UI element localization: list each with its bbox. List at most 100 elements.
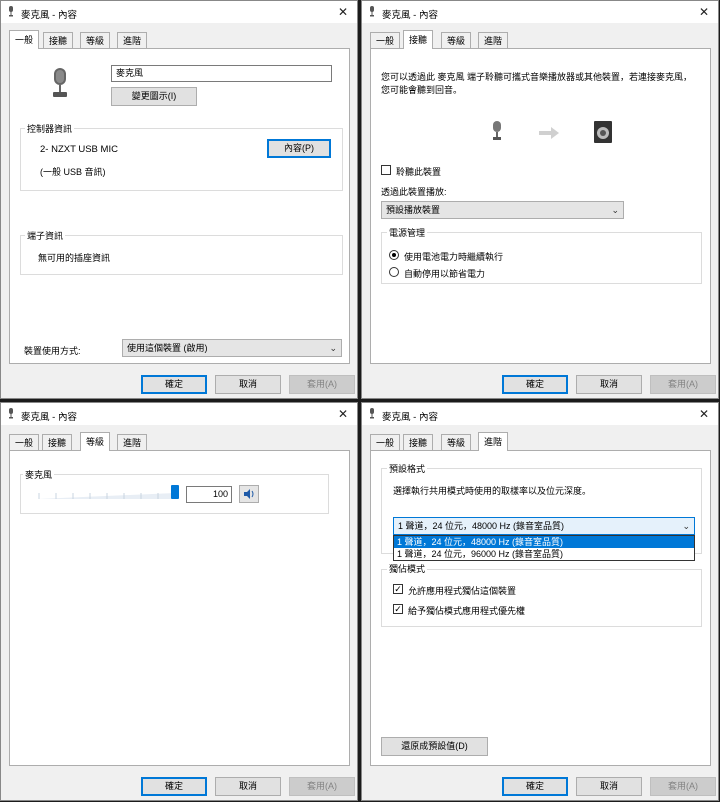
ok-button[interactable]: 確定 [502,375,568,394]
allow-exclusive-label: 允許應用程式獨佔這個裝置 [408,586,517,596]
controller-group-title: 控制器資訊 [25,122,75,135]
level-slider-track[interactable] [38,489,175,501]
format-selected-value: 1 聲道，24 位元，48000 Hz (錄音室品質) [398,521,565,531]
usage-select[interactable]: 使用這個裝置 (啟用) ⌄ [122,339,342,357]
tab-levels[interactable]: 等級 [80,432,111,451]
level-slider-thumb[interactable] [171,485,179,499]
tab-general[interactable]: 一般 [370,434,401,450]
listen-checkbox-label: 聆聽此裝置 [396,167,442,177]
cancel-button[interactable]: 取消 [576,777,642,796]
jack-group-title: 端子資訊 [25,229,66,242]
close-icon[interactable]: ✕ [696,406,712,422]
close-icon[interactable]: ✕ [335,406,351,422]
level-value-input[interactable]: 100 [186,486,232,503]
window-listen: 麥克風 - 內容 ✕ 一般 接聽 等級 進階 您可以透過此 麥克風 端子聆聽可攜… [361,0,719,399]
window-title: 麥克風 - 內容 [21,412,77,423]
close-icon[interactable]: ✕ [335,4,351,20]
cancel-button[interactable]: 取消 [215,777,281,796]
slider-ticks [38,493,175,499]
tab-advanced[interactable]: 進階 [117,32,148,48]
tab-levels[interactable]: 等級 [80,32,111,48]
tab-listen[interactable]: 接聽 [403,30,434,49]
tab-levels[interactable]: 等級 [441,32,472,48]
window-advanced: 麥克風 - 內容 ✕ 一般 接聽 等級 進階 預設格式 選擇執行共用模式時使用的… [361,402,719,801]
usage-value: 使用這個裝置 (啟用) [127,343,208,353]
window-title: 麥克風 - 內容 [21,10,77,21]
window-title: 麥克風 - 內容 [382,412,438,423]
window-levels: 麥克風 - 內容 ✕ 一般 接聽 等級 進階 麥克風 100 確定 取消 套用(… [0,402,358,801]
controller-info-group: 控制器資訊 [20,122,343,191]
speaker-volume-icon [244,489,254,499]
cancel-button[interactable]: 取消 [215,375,281,394]
close-icon[interactable]: ✕ [696,4,712,20]
ok-button[interactable]: 確定 [141,375,207,394]
microphone-icon [9,6,13,17]
playback-label: 透過此裝置播放: [381,187,447,197]
title-bar: 麥克風 - 內容 ✕ [362,1,718,23]
microphone-icon [53,68,67,97]
power-option-disable-label: 自動停用以節省電力 [404,269,486,279]
ok-button[interactable]: 確定 [141,777,207,796]
microphone-icon [370,408,374,419]
apply-button[interactable]: 套用(A) [650,777,716,796]
chevron-down-icon: ⌄ [611,205,619,215]
tab-panel: 預設格式 選擇執行共用模式時使用的取樣率以及位元深度。 1 聲道，24 位元，4… [370,450,711,766]
tab-general[interactable]: 一般 [9,434,40,450]
jack-info: 無可用的插座資訊 [38,253,111,263]
title-bar: 麥克風 - 內容 ✕ [362,403,718,425]
arrow-right-icon [539,127,559,139]
speaker-icon [594,121,612,143]
usage-label: 裝置使用方式: [24,346,81,356]
mic-level-title: 麥克風 [23,468,55,481]
format-option[interactable]: 1 聲道，24 位元，96000 Hz (錄音室品質) [394,548,694,560]
restore-defaults-button[interactable]: 還原成預設值(D) [381,737,488,756]
window-general: 麥克風 - 內容 ✕ 一般 接聽 等級 進階 麥克風 變更圖示(I) 控制器資訊… [0,0,358,399]
tab-listen[interactable]: 接聽 [42,434,73,450]
playback-value: 預設播放裝置 [386,205,441,215]
controller-name: 2- NZXT USB MIC [40,144,118,155]
default-format-description: 選擇執行共用模式時使用的取樣率以及位元深度。 [393,486,592,496]
title-bar: 麥克風 - 內容 ✕ [1,403,357,425]
device-name-input[interactable]: 麥克風 [111,65,332,82]
apply-button[interactable]: 套用(A) [289,777,355,796]
playback-select[interactable]: 預設播放裝置 ⌄ [381,201,624,219]
exclusive-mode-title: 獨佔模式 [387,562,428,575]
tab-general[interactable]: 一般 [370,32,401,48]
tab-advanced[interactable]: 進階 [478,32,509,48]
microphone-icon [493,121,501,140]
cancel-button[interactable]: 取消 [576,375,642,394]
power-option-continue-radio[interactable] [389,250,399,260]
tab-levels[interactable]: 等級 [441,434,472,450]
title-bar: 麥克風 - 內容 ✕ [1,1,357,23]
ok-button[interactable]: 確定 [502,777,568,796]
format-dropdown-list: 1 聲道，24 位元，48000 Hz (錄音室品質) 1 聲道，24 位元，9… [393,535,695,561]
window-title: 麥克風 - 內容 [382,10,438,21]
exclusive-priority-checkbox[interactable]: ✓ [393,604,403,614]
default-format-title: 預設格式 [387,462,428,475]
chevron-down-icon: ⌄ [329,343,337,353]
format-select[interactable]: 1 聲道，24 位元，48000 Hz (錄音室品質) ⌄ [393,517,695,535]
tab-listen[interactable]: 接聽 [403,434,434,450]
format-option[interactable]: 1 聲道，24 位元，48000 Hz (錄音室品質) [394,536,694,548]
allow-exclusive-checkbox[interactable]: ✓ [393,584,403,594]
properties-button[interactable]: 內容(P) [267,139,331,158]
change-icon-button[interactable]: 變更圖示(I) [111,87,197,106]
mute-button[interactable] [239,485,259,503]
power-group-title: 電源管理 [387,226,428,239]
tab-listen[interactable]: 接聽 [43,32,74,48]
apply-button[interactable]: 套用(A) [650,375,716,394]
tab-advanced[interactable]: 進階 [478,432,509,451]
exclusive-priority-label: 給予獨佔模式應用程式優先權 [408,606,526,616]
apply-button[interactable]: 套用(A) [289,375,355,394]
tab-advanced[interactable]: 進階 [117,434,148,450]
chevron-down-icon: ⌄ [682,521,690,531]
microphone-icon [9,408,13,419]
microphone-icon [370,6,374,17]
tab-panel: 麥克風 變更圖示(I) 控制器資訊 2- NZXT USB MIC (一般 US… [9,48,350,364]
power-option-disable-radio[interactable] [389,267,399,277]
tab-general[interactable]: 一般 [9,30,40,49]
listen-checkbox[interactable] [381,165,391,175]
listen-description: 您可以透過此 麥克風 端子聆聽可攜式音樂播放器或其他裝置，若連接麥克風，您可能會… [381,72,693,95]
power-option-continue-label: 使用電池電力時繼續執行 [404,252,504,262]
controller-type: (一般 USB 音訊) [40,167,106,177]
